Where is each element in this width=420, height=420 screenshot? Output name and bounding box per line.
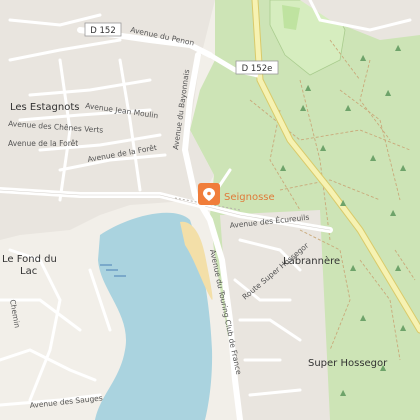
place-label-fond-du-lac-2: Lac [20,266,37,277]
road-shield-d152-label: D 152 [90,26,115,36]
svg-text:▲: ▲ [370,153,377,162]
road-shield-d152: D 152 [84,22,122,37]
svg-text:▲: ▲ [360,53,367,62]
place-label-super-hossegor: Super Hossegor [308,358,388,369]
poi-label-seignosse: Seignosse [224,192,275,203]
map-view[interactable]: ▲ ▲ ▲ ▲ ▲ ▲ ▲ ▲ ▲ ▲ ▲ ▲ ▲ ▲ ▲ ▲ ▲ ▲ D 152 D 152e Ave… [0,0,420,420]
svg-text:▲: ▲ [385,88,392,97]
svg-text:▲: ▲ [400,323,407,332]
svg-text:▲: ▲ [305,83,312,92]
svg-text:▲: ▲ [400,163,407,172]
svg-text:▲: ▲ [395,263,402,272]
svg-text:▲: ▲ [395,43,402,52]
svg-text:▲: ▲ [340,388,347,397]
svg-text:▲: ▲ [345,103,352,112]
map-canvas: ▲▲▲ ▲▲▲ ▲▲▲ ▲ ▲▲ ▲▲▲ ▲▲▲ D 152 D 152e Ave… [0,0,420,420]
road-shield-d152e: D 152e [235,60,279,75]
svg-text:▲: ▲ [390,208,397,217]
place-label-labrannere: Labrannère [283,255,340,267]
svg-text:▲: ▲ [320,143,327,152]
road-shield-d152e-label: D 152e [242,64,273,74]
svg-text:▲: ▲ [360,313,367,322]
svg-text:▲: ▲ [350,263,357,272]
svg-text:▲: ▲ [280,163,287,172]
street-label-foret-1: Avenue de la Forêt [8,139,78,148]
place-label-fond-du-lac-1: Le Fond du [2,254,57,265]
place-label-estagnots: Les Estagnots [10,102,79,113]
svg-text:▲: ▲ [300,103,307,112]
svg-text:▲: ▲ [340,198,347,207]
